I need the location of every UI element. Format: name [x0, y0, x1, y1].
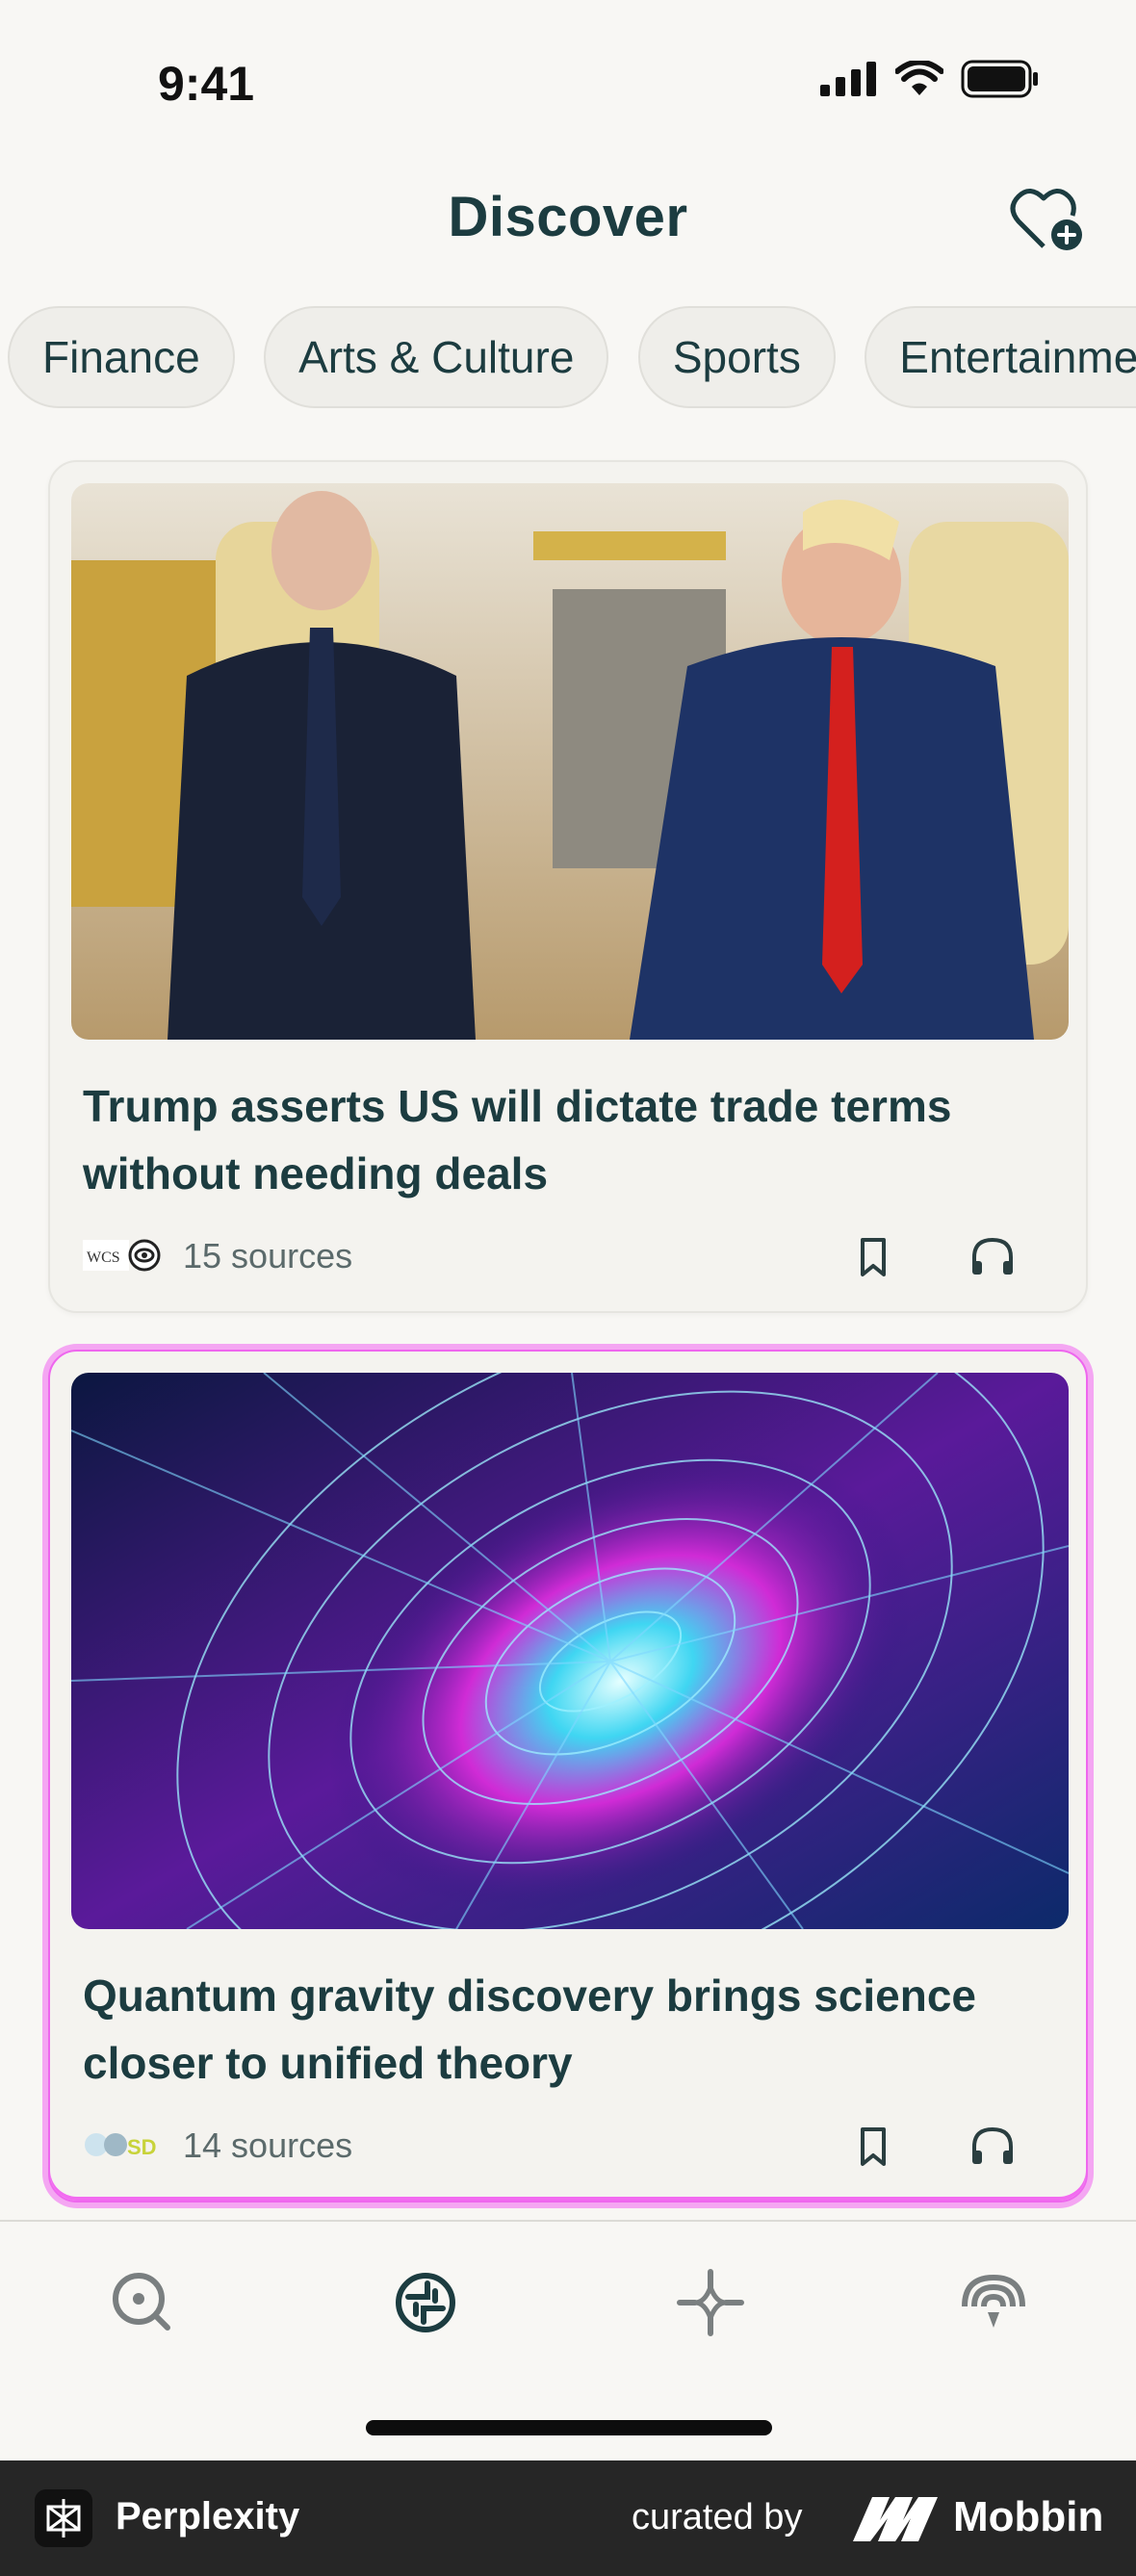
bookmark-icon[interactable]	[849, 2122, 897, 2170]
svg-text:SD: SD	[127, 2135, 157, 2159]
news-card[interactable]: Trump asserts US will dictate trade term…	[48, 460, 1088, 1313]
signal-icon	[820, 62, 876, 96]
mobbin-logo-icon	[853, 2497, 938, 2541]
news-card[interactable]: Quantum gravity discovery brings science…	[48, 1350, 1088, 2202]
header: Discover	[0, 173, 1136, 262]
chip-arts-culture[interactable]: Arts & Culture	[264, 306, 609, 408]
status-icons	[820, 60, 1040, 98]
source-count[interactable]: 15 sources	[183, 1236, 352, 1276]
footer-curated-label: curated by	[632, 2497, 803, 2537]
bookmark-icon[interactable]	[849, 1232, 897, 1280]
news-title: Quantum gravity discovery brings science…	[83, 1971, 976, 2088]
home-indicator	[366, 2420, 772, 2435]
svg-text:WCS: WCS	[87, 1249, 120, 1266]
discover-icon[interactable]	[387, 2264, 464, 2341]
heart-plus-icon[interactable]	[1009, 187, 1086, 254]
spaces-icon[interactable]	[672, 2264, 749, 2341]
headphones-icon[interactable]	[967, 1232, 1019, 1280]
footer-brand: Mobbin	[953, 2493, 1104, 2540]
battery-icon	[961, 60, 1038, 98]
category-chips: Finance Arts & Culture Sports Entertainm…	[8, 306, 1136, 410]
chip-finance[interactable]: Finance	[8, 306, 235, 408]
source-favicons-icon: SD	[85, 2133, 157, 2159]
source-count[interactable]: 14 sources	[183, 2125, 352, 2166]
page-title: Discover	[448, 186, 688, 248]
chip-sports[interactable]: Sports	[637, 306, 836, 408]
news-image	[71, 1373, 1069, 1929]
headphones-icon[interactable]	[967, 2122, 1019, 2170]
footer-app-name: Perplexity	[116, 2495, 300, 2537]
footer-banner: Perplexity curated by Mobbin	[0, 2460, 1136, 2576]
perplexity-logo-icon	[35, 2489, 92, 2547]
status-bar: 9:41	[0, 0, 1136, 154]
news-feed: Trump asserts US will dictate trade term…	[48, 460, 1088, 2239]
library-icon[interactable]	[955, 2264, 1032, 2341]
news-meta: WCS 15 sources	[83, 1232, 1057, 1280]
source-favicons-icon: WCS	[83, 1239, 161, 1272]
status-time: 9:41	[158, 57, 255, 111]
chip-entertainment[interactable]: Entertainment	[865, 306, 1136, 408]
news-meta: SD 14 sources	[83, 2122, 1057, 2170]
search-icon[interactable]	[104, 2264, 181, 2341]
wifi-icon	[895, 61, 943, 95]
news-title: Trump asserts US will dictate trade term…	[83, 1081, 952, 1198]
news-image	[71, 483, 1069, 1040]
